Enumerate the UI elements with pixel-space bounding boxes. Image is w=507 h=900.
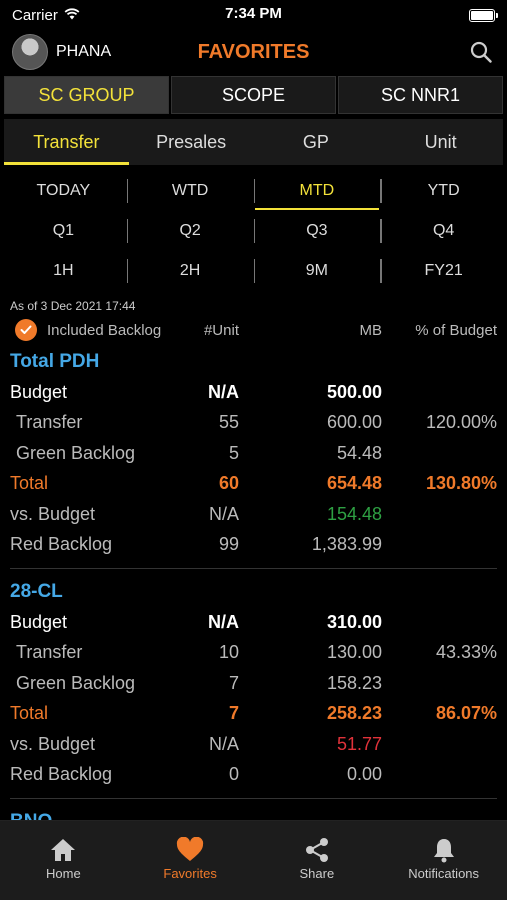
tab-presales[interactable]: Presales	[129, 119, 254, 165]
vs-budget-row: vs. Budget N/A 154.48	[10, 503, 382, 524]
wifi-icon	[64, 7, 80, 24]
green-backlog-row: Green Backlog 5 54.48	[16, 442, 382, 463]
column-header: Included Backlog #Unit MB % of Budget	[0, 313, 507, 347]
username: PHANA	[56, 43, 112, 60]
total-row: Total 7 258.23 86.07%	[10, 703, 497, 724]
period-1h[interactable]: 1H	[0, 256, 127, 286]
total-row: Total 60 654.48 130.80%	[10, 473, 497, 494]
avatar[interactable]	[12, 34, 48, 70]
red-backlog-row: Red Backlog 0 0.00	[10, 764, 382, 785]
checkmark-icon[interactable]	[15, 319, 37, 341]
user-profile[interactable]: PHANA	[12, 34, 111, 70]
budget-row: Budget N/A 500.00	[10, 381, 382, 402]
period-ytd[interactable]: YTD	[380, 176, 507, 206]
period-2h[interactable]: 2H	[126, 256, 254, 286]
share-icon	[305, 838, 328, 862]
bell-icon	[433, 839, 454, 863]
tabbar-home[interactable]: Home	[0, 821, 127, 900]
tab-scope[interactable]: SCOPE	[171, 76, 336, 114]
green-backlog-row: Green Backlog 7 158.23	[16, 672, 382, 693]
app-header: PHANA FAVORITES	[0, 30, 507, 74]
tab-unit[interactable]: Unit	[378, 119, 503, 165]
period-q4[interactable]: Q4	[380, 216, 507, 246]
tabbar-share[interactable]: Share	[254, 821, 381, 900]
period-fy21[interactable]: FY21	[380, 256, 507, 286]
period-mtd[interactable]: MTD	[253, 176, 381, 210]
tab-sc-nnr1[interactable]: SC NNR1	[338, 76, 503, 114]
section-total-pdh: Total PDH Budget N/A 500.00 Transfer 55 …	[0, 347, 507, 560]
search-icon	[470, 41, 492, 63]
search-button[interactable]	[467, 38, 495, 66]
as-of-timestamp: As of 3 Dec 2021 17:44	[10, 299, 136, 313]
status-bar: Carrier	[0, 0, 507, 30]
home-icon	[51, 839, 76, 861]
tab-sc-group[interactable]: SC GROUP	[4, 76, 169, 114]
period-q1[interactable]: Q1	[0, 216, 127, 246]
period-today[interactable]: TODAY	[0, 176, 127, 206]
period-q3[interactable]: Q3	[253, 216, 381, 246]
bottom-tab-bar: Home Favorites Share Notifications	[0, 820, 507, 900]
section-title-partial[interactable]: BNO	[0, 807, 507, 821]
divider	[10, 798, 497, 799]
column-pct-budget: % of Budget	[415, 321, 497, 339]
period-wtd[interactable]: WTD	[126, 176, 254, 206]
transfer-row: Transfer 10 130.00 43.33%	[16, 642, 497, 663]
carrier-label: Carrier	[12, 6, 58, 24]
tabbar-notifications[interactable]: Notifications	[380, 821, 507, 900]
divider	[10, 568, 497, 569]
period-q2[interactable]: Q2	[126, 216, 254, 246]
tab-gp[interactable]: GP	[254, 119, 379, 165]
column-unit: #Unit	[203, 321, 239, 339]
period-selector: TODAY WTD MTD YTD Q1 Q2 Q3 Q4 1H 2H 9M F…	[0, 171, 507, 291]
transfer-row: Transfer 55 600.00 120.00%	[16, 412, 497, 433]
section-title[interactable]: Total PDH	[0, 347, 507, 377]
group-tabs: SC GROUP SCOPE SC NNR1	[4, 76, 503, 114]
tab-transfer[interactable]: Transfer	[4, 119, 129, 165]
heart-icon	[177, 837, 204, 861]
vs-budget-row: vs. Budget N/A 51.77	[10, 733, 382, 754]
section-title[interactable]: 28-CL	[0, 577, 507, 607]
type-tabs: Transfer Presales GP Unit	[4, 119, 503, 165]
red-backlog-row: Red Backlog 99 1,383.99	[10, 534, 382, 555]
section-28-cl: 28-CL Budget N/A 310.00 Transfer 10 130.…	[0, 577, 507, 790]
budget-row: Budget N/A 310.00	[10, 611, 382, 632]
included-backlog-toggle[interactable]: Included Backlog	[47, 322, 199, 339]
battery-icon	[469, 8, 498, 22]
tabbar-favorites[interactable]: Favorites	[127, 821, 254, 900]
column-mb: MB	[359, 321, 383, 339]
period-9m[interactable]: 9M	[253, 256, 381, 286]
